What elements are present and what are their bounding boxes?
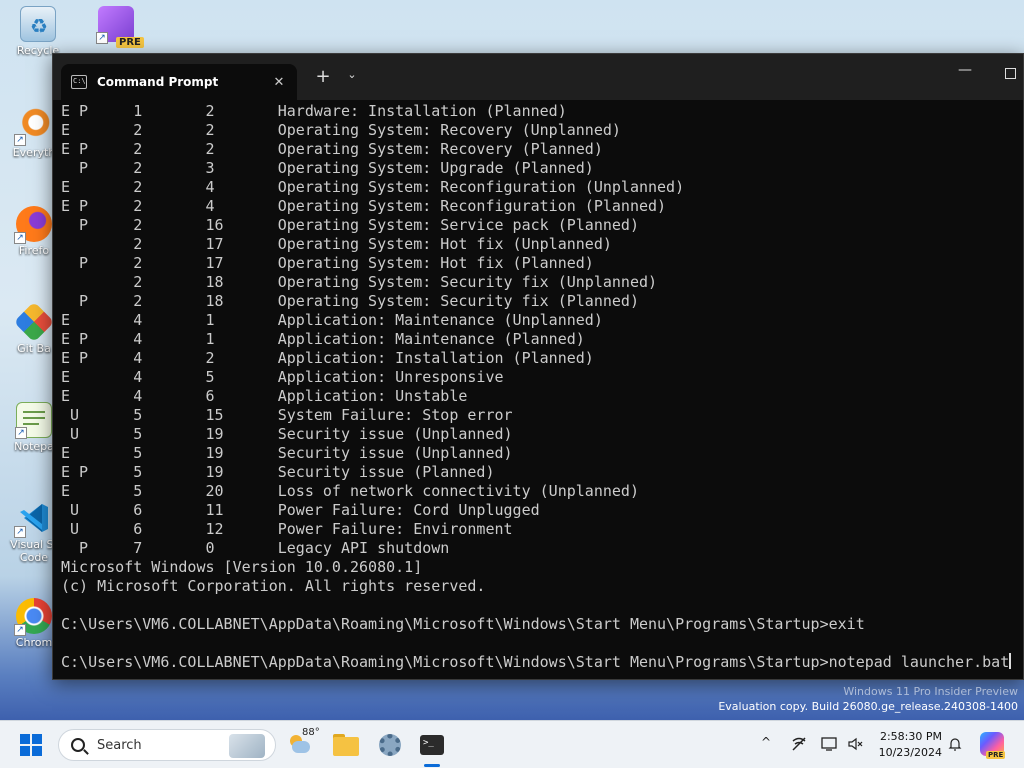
windows-logo-pane [20, 734, 30, 744]
display-icon[interactable] [820, 735, 838, 753]
console-line: P 2 18 Operating System: Security fix (P… [61, 292, 639, 310]
chevron-down-icon[interactable]: ⌄ [341, 68, 363, 81]
console-line: E P 1 2 Hardware: Installation (Planned) [61, 102, 567, 120]
console-line: P 2 3 Operating System: Upgrade (Planned… [61, 159, 594, 177]
tab-command-prompt[interactable]: C:\ Command Prompt ✕ [61, 64, 297, 100]
desktop-icon-recycle-bin[interactable]: ♻ Recycle [8, 6, 68, 57]
new-tab-button[interactable]: + [311, 66, 335, 87]
shortcut-arrow-icon: ↗ [14, 526, 26, 538]
copilot-preview-badge: PRE [986, 751, 1006, 759]
console-line: P 7 0 Legacy API shutdown [61, 539, 450, 557]
windows-watermark: Windows 11 Pro Insider Preview Evaluatio… [718, 684, 1018, 714]
terminal-taskbar-button[interactable]: >_ [416, 729, 448, 761]
windows-logo-pane [20, 746, 30, 756]
search-icon [71, 738, 85, 752]
notepad-icon: ↗ [15, 402, 52, 439]
terminal-window[interactable]: C:\ Command Prompt ✕ + ⌄ — E P 1 2 Hardw… [52, 53, 1024, 680]
search-highlight-image [229, 734, 265, 758]
active-app-indicator [424, 764, 440, 767]
folder-icon-body [333, 737, 359, 756]
tab-title: Command Prompt [97, 75, 219, 89]
console-line: E P 2 2 Operating System: Recovery (Plan… [61, 140, 603, 158]
console-line: Microsoft Windows [Version 10.0.26080.1] [61, 558, 423, 576]
shortcut-arrow-icon: ↗ [15, 427, 27, 439]
network-icon[interactable] [790, 735, 808, 753]
recycle-bin-icon: ♻ [20, 6, 56, 42]
weather-temperature: 88° [302, 727, 320, 738]
gear-icon [379, 734, 401, 756]
console-line: E 4 1 Application: Maintenance (Unplanne… [61, 311, 603, 329]
svg-text:♻: ♻ [30, 14, 48, 38]
terminal-icon: >_ [420, 735, 444, 755]
windows-logo-pane [32, 746, 42, 756]
chrome-icon: ↗ [14, 598, 52, 636]
notification-bell-icon[interactable] [946, 735, 964, 753]
copilot-icon[interactable]: PRE [980, 732, 1006, 759]
desktop-icon-visual-studio-preview[interactable]: ↗ PRE [86, 6, 146, 48]
console-line: E 2 4 Operating System: Reconfiguration … [61, 178, 685, 196]
console-line: E 5 20 Loss of network connectivity (Unp… [61, 482, 639, 500]
weather-widget[interactable]: 88° [288, 727, 320, 761]
volume-muted-icon[interactable] [846, 735, 864, 753]
taskbar: Search 88° >_ ^ 2:58:30 PM 10/23/2024 PR… [0, 720, 1024, 768]
console-line: 2 18 Operating System: Security fix (Unp… [61, 273, 658, 291]
text-cursor [1009, 653, 1012, 669]
git-bash-icon [13, 301, 55, 343]
command-prompt-icon: C:\ [71, 75, 87, 89]
console-line: E 5 19 Security issue (Unplanned) [61, 444, 513, 462]
watermark-build: Evaluation copy. Build 26080.ge_release.… [718, 700, 1018, 713]
console-line: P 2 17 Operating System: Hot fix (Planne… [61, 254, 594, 272]
everything-icon: ↗ [14, 108, 52, 146]
search-placeholder: Search [97, 737, 142, 753]
console-line: (c) Microsoft Corporation. All rights re… [61, 577, 486, 595]
clock-time: 2:58:30 PM [879, 730, 942, 743]
shortcut-arrow-icon: ↗ [14, 624, 26, 636]
cloud-icon [292, 741, 310, 753]
console-line: P 2 16 Operating System: Service pack (P… [61, 216, 639, 234]
maximize-button[interactable] [1005, 68, 1016, 79]
console-line: 2 17 Operating System: Hot fix (Unplanne… [61, 235, 612, 253]
console-line: U 5 19 Security issue (Unplanned) [61, 425, 513, 443]
minimize-button[interactable]: — [953, 62, 977, 78]
clock-date: 10/23/2024 [878, 746, 942, 759]
shortcut-arrow-icon: ↗ [14, 134, 26, 146]
settings-button[interactable] [374, 729, 406, 761]
console-line: E P 5 19 Security issue (Planned) [61, 463, 495, 481]
console-line: E 4 6 Application: Unstable [61, 387, 468, 405]
console-line: U 6 12 Power Failure: Environment [61, 520, 513, 538]
preview-badge: PRE [116, 37, 144, 48]
console-line: C:\Users\VM6.COLLABNET\AppData\Roaming\M… [61, 653, 1012, 671]
shortcut-arrow-icon: ↗ [14, 232, 26, 244]
file-explorer-button[interactable] [330, 729, 362, 761]
vscode-icon: ↗ [14, 500, 52, 538]
shortcut-arrow-icon: ↗ [96, 32, 108, 44]
taskbar-clock[interactable]: 2:58:30 PM 10/23/2024 [870, 729, 942, 761]
taskbar-search[interactable]: Search [58, 729, 276, 761]
console-line: U 6 11 Power Failure: Cord Unplugged [61, 501, 540, 519]
console-output[interactable]: E P 1 2 Hardware: Installation (Planned)… [61, 102, 1017, 675]
visual-studio-icon: ↗ PRE [96, 6, 144, 48]
title-bar[interactable]: C:\ Command Prompt ✕ + ⌄ — [53, 54, 1023, 100]
watermark-edition: Windows 11 Pro Insider Preview [843, 685, 1018, 698]
console-line: E 2 2 Operating System: Recovery (Unplan… [61, 121, 621, 139]
console-line: C:\Users\VM6.COLLABNET\AppData\Roaming\M… [61, 615, 865, 633]
console-line: E 4 5 Application: Unresponsive [61, 368, 504, 386]
show-hidden-icons-button[interactable]: ^ [756, 735, 776, 749]
console-line: E P 4 2 Application: Installation (Plann… [61, 349, 594, 367]
console-line: E P 2 4 Operating System: Reconfiguratio… [61, 197, 667, 215]
console-line: E P 4 1 Application: Maintenance (Planne… [61, 330, 585, 348]
firefox-icon: ↗ [14, 206, 52, 244]
start-button[interactable] [20, 734, 42, 756]
close-tab-button[interactable]: ✕ [267, 75, 291, 90]
console-line: U 5 15 System Failure: Stop error [61, 406, 513, 424]
windows-logo-pane [32, 734, 42, 744]
